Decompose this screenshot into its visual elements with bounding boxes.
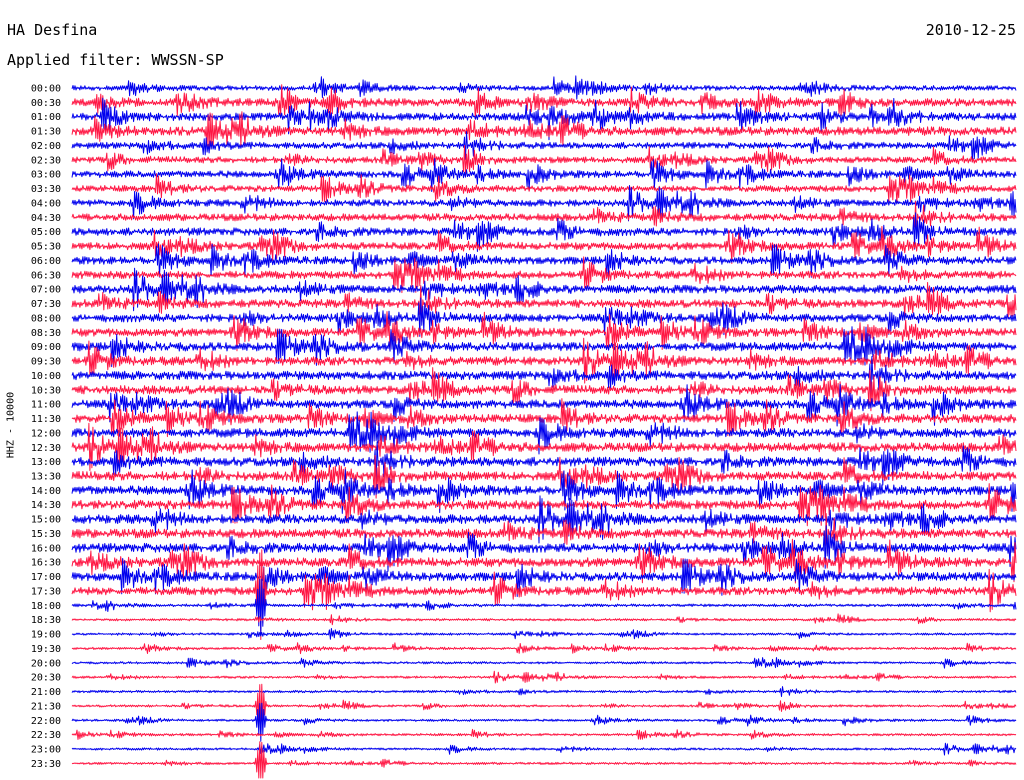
- seismogram-trace: [71, 686, 1017, 697]
- row-time-label: 12:00: [31, 428, 61, 439]
- row-time-label: 06:00: [31, 256, 61, 267]
- row-time-label: 01:30: [31, 127, 61, 138]
- seismogram-trace: [71, 670, 1017, 684]
- seismogram-trace: [71, 741, 1017, 779]
- row-time-label: 00:30: [31, 98, 61, 109]
- row-time-label: 16:30: [31, 558, 61, 569]
- seismogram-trace: [71, 173, 1017, 204]
- row-time-label: 10:00: [31, 371, 61, 382]
- row-time-label: 03:00: [31, 170, 61, 181]
- row-time-label: 20:30: [31, 673, 61, 684]
- row-time-label: 22:00: [31, 716, 61, 727]
- row-time-label: 11:00: [31, 400, 61, 411]
- row-time-label: 13:30: [31, 471, 61, 482]
- row-time-label: 23:00: [31, 745, 61, 756]
- seismogram-trace: [71, 628, 1017, 640]
- row-time-label: 07:00: [31, 285, 61, 296]
- row-time-label: 02:30: [31, 155, 61, 166]
- row-time-label: 21:30: [31, 701, 61, 712]
- seismogram-trace: [71, 613, 1017, 626]
- row-time-label: 16:00: [31, 543, 61, 554]
- row-time-label: 17:00: [31, 572, 61, 583]
- row-time-label: 17:30: [31, 586, 61, 597]
- seismogram-trace: [71, 75, 1017, 100]
- row-time-label: 01:00: [31, 112, 61, 123]
- seismogram-trace: [71, 728, 1017, 740]
- row-time-label: 19:00: [31, 630, 61, 641]
- row-time-label: 22:30: [31, 730, 61, 741]
- row-time-label: 23:30: [31, 759, 61, 770]
- row-time-label: 03:30: [31, 184, 61, 195]
- row-time-label: 14:00: [31, 486, 61, 497]
- row-time-label: 02:00: [31, 141, 61, 152]
- seismogram-trace: [71, 742, 1017, 756]
- row-time-label: 04:00: [31, 198, 61, 209]
- row-time-label: 13:00: [31, 457, 61, 468]
- row-time-label: 08:30: [31, 328, 61, 339]
- row-time-label: 18:30: [31, 615, 61, 626]
- row-time-label: 11:30: [31, 414, 61, 425]
- row-time-label: 06:30: [31, 270, 61, 281]
- row-time-label: 10:30: [31, 385, 61, 396]
- row-time-label: 14:30: [31, 500, 61, 511]
- row-time-label: 00:00: [31, 84, 61, 95]
- row-time-label: 09:00: [31, 342, 61, 353]
- row-time-label: 08:00: [31, 313, 61, 324]
- row-time-label: 04:30: [31, 213, 61, 224]
- row-time-label: 15:00: [31, 515, 61, 526]
- row-time-label: 07:30: [31, 299, 61, 310]
- row-time-label: 18:00: [31, 601, 61, 612]
- row-time-label: 12:30: [31, 443, 61, 454]
- seismogram-trace: [71, 578, 1017, 637]
- seismogram-trace: [71, 657, 1017, 669]
- row-time-label: 09:30: [31, 357, 61, 368]
- helicorder-plot: 00:00 00:30 01:00 01:30 02:00 02:30 03:00 03:30…: [31, 75, 1017, 779]
- row-time-label: 21:00: [31, 687, 61, 698]
- row-time-label: 05:00: [31, 227, 61, 238]
- row-time-label: 20:00: [31, 658, 61, 669]
- row-time-label: 05:30: [31, 242, 61, 253]
- row-time-label: 19:30: [31, 644, 61, 655]
- row-time-label: 15:30: [31, 529, 61, 540]
- seismogram-trace: [71, 642, 1017, 655]
